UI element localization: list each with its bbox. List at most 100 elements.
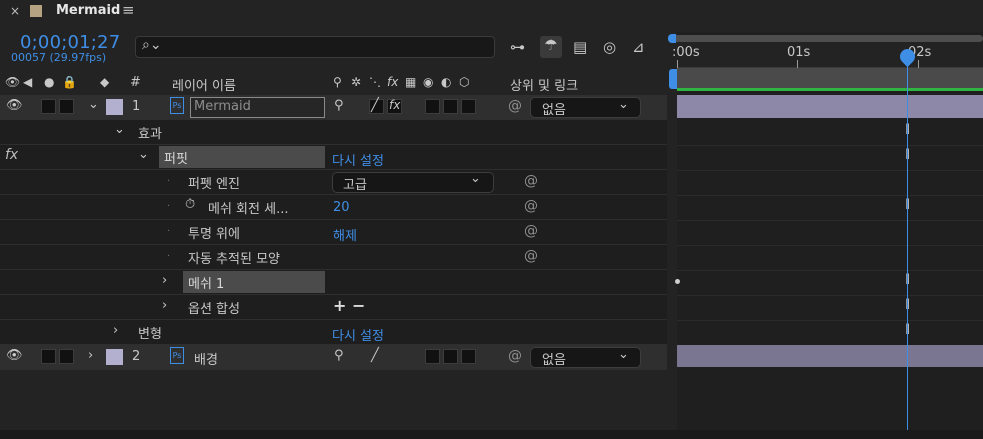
adjustment-switch[interactable] xyxy=(443,349,458,364)
render-cache-indicator xyxy=(677,88,983,91)
effects-group-row[interactable]: ⌄ 효과 xyxy=(0,120,668,145)
graph-editor-icon[interactable]: ⊿ xyxy=(632,38,645,56)
video-visibility-header-icon: 👁 xyxy=(5,75,21,89)
composition-flowchart-icon[interactable]: ⊶ xyxy=(510,38,525,56)
chevron-right-icon[interactable]: › xyxy=(113,323,118,338)
layer-name[interactable]: 배경 xyxy=(194,349,218,368)
expression-pick-whip-icon[interactable]: @ xyxy=(524,223,538,239)
timeline-row-divider xyxy=(677,245,983,246)
current-time-display[interactable]: 0;00;01;27 xyxy=(20,32,120,53)
composite-options-label: 옵션 합성 xyxy=(188,302,240,317)
adjustment-layer-header-icon: ◐ xyxy=(441,75,452,89)
solo-switch[interactable] xyxy=(41,349,56,364)
tree-dot: · xyxy=(167,176,171,187)
keyframe-dot[interactable] xyxy=(675,279,680,284)
composite-options-row[interactable]: › 옵션 합성 + − xyxy=(0,295,668,320)
puppet-effect-label: 퍼핏 xyxy=(164,152,188,167)
parent-dropdown-value: 없음 xyxy=(542,353,566,368)
add-remove-options-buttons[interactable]: + − xyxy=(333,296,365,315)
time-ruler[interactable] xyxy=(677,42,983,68)
mesh-1-label: 메쉬 1 xyxy=(188,277,225,292)
puppet-effect-row[interactable]: fx ⌄ 퍼핏 다시 설정 xyxy=(0,145,668,170)
motion-blur-switch[interactable] xyxy=(425,99,440,114)
timeline-row-divider xyxy=(677,195,983,196)
quality-switch-header-icon: ⋱ xyxy=(369,75,381,89)
adjustment-switch[interactable] xyxy=(443,99,458,114)
timeline-row-divider xyxy=(677,170,983,171)
timeline-row-divider xyxy=(677,295,983,296)
auto-traced-shape-label: 자동 추적된 모양 xyxy=(188,252,280,267)
layer-name: Mermaid xyxy=(194,99,251,114)
photoshop-file-icon: Ps xyxy=(170,97,184,114)
panel-divider[interactable] xyxy=(667,32,677,439)
chevron-down-icon[interactable]: ⌄ xyxy=(138,147,149,162)
motion-blur-icon[interactable]: ◎ xyxy=(603,38,616,56)
work-area-bar[interactable] xyxy=(677,68,983,90)
3d-switch[interactable] xyxy=(461,99,476,114)
panel-menu-icon[interactable]: ≡ xyxy=(122,1,135,19)
lock-switch[interactable] xyxy=(59,99,74,114)
lock-switch[interactable] xyxy=(59,349,74,364)
frame-count-display: 00057 (29.97fps) xyxy=(11,51,107,64)
timeline-row-divider xyxy=(677,320,983,321)
reset-link[interactable]: 다시 설정 xyxy=(332,325,384,344)
puppet-engine-label: 퍼펫 엔진 xyxy=(188,177,240,192)
search-input[interactable] xyxy=(135,36,495,58)
layer-name-header[interactable]: 레이어 이름 xyxy=(172,75,236,94)
chevron-right-icon[interactable]: › xyxy=(162,273,167,288)
pick-whip-icon[interactable]: @ xyxy=(508,98,522,114)
mesh-rotation-value[interactable]: 20 xyxy=(333,200,350,215)
work-area-start-handle[interactable] xyxy=(669,69,677,89)
mesh-rotation-row: · ⏱ 메쉬 회전 세... 20 @ xyxy=(0,195,668,220)
eye-icon[interactable]: 👁 xyxy=(6,98,23,113)
reset-link[interactable]: 다시 설정 xyxy=(332,150,384,169)
chevron-down-icon[interactable]: ⌄ xyxy=(88,97,99,112)
close-icon[interactable]: × xyxy=(10,4,20,18)
timeline-row-divider xyxy=(677,220,983,221)
time-navigator-bar[interactable] xyxy=(671,35,983,42)
motion-blur-header-icon: ◉ xyxy=(423,75,434,89)
chevron-down-icon: ⌄ xyxy=(618,347,629,362)
motion-blur-switch[interactable] xyxy=(425,349,440,364)
shy-layers-icon[interactable]: ☂ xyxy=(540,36,562,58)
expression-pick-whip-icon[interactable]: @ xyxy=(524,173,538,189)
shy-switch-icon[interactable]: ⚲ xyxy=(334,348,344,363)
mesh-rotation-label: 메쉬 회전 세... xyxy=(208,202,289,217)
label-tag-header-icon: ◆ xyxy=(100,75,110,89)
comp-color-swatch xyxy=(30,5,42,17)
mesh-1-row[interactable]: › 메쉬 1 xyxy=(0,270,668,295)
stopwatch-icon[interactable]: ⏱ xyxy=(185,197,195,212)
layer-label-color[interactable] xyxy=(106,349,123,365)
tree-dot: · xyxy=(167,251,171,262)
transform-group-label: 변형 xyxy=(138,327,162,342)
pick-whip-icon[interactable]: @ xyxy=(508,348,522,364)
panel-tab-title[interactable]: Mermaid xyxy=(56,3,120,18)
3d-switch[interactable] xyxy=(461,349,476,364)
on-transparent-value[interactable]: 해제 xyxy=(333,225,357,244)
transform-group-row[interactable]: › 변형 다시 설정 xyxy=(0,320,668,345)
chevron-right-icon[interactable]: › xyxy=(88,348,93,363)
frame-blending-icon[interactable]: ▤ xyxy=(573,38,587,56)
chevron-right-icon[interactable]: › xyxy=(162,298,167,313)
layer-duration-bar-mermaid[interactable] xyxy=(677,95,983,118)
layer-number: 2 xyxy=(132,349,141,364)
timeline-row-divider xyxy=(677,145,983,146)
shy-switch-icon[interactable]: ⚲ xyxy=(334,98,344,113)
expression-pick-whip-icon[interactable]: @ xyxy=(524,248,538,264)
time-navigator-start-handle[interactable] xyxy=(668,34,676,43)
on-transparent-row: · 투명 위에 해제 @ xyxy=(0,220,668,245)
layer-row-background[interactable]: 👁 › 2 Ps 배경 ⚲ ╱ @ 없음 ⌄ xyxy=(0,345,668,370)
expression-pick-whip-icon[interactable]: @ xyxy=(524,198,538,214)
current-time-indicator-line[interactable] xyxy=(907,58,908,439)
solo-switch[interactable] xyxy=(41,99,56,114)
layer-row-mermaid[interactable]: 👁 ⌄ 1 Ps Mermaid ⚲ ╱ fx @ 없음 ⌄ xyxy=(0,95,668,120)
layer-duration-bar-background[interactable] xyxy=(677,345,983,367)
empty-layer-area xyxy=(0,371,668,430)
quality-slash-icon[interactable]: ╱ xyxy=(371,348,379,363)
eye-icon[interactable]: 👁 xyxy=(6,348,23,363)
chevron-down-icon[interactable]: ⌄ xyxy=(114,122,125,137)
fx-toggle-icon[interactable]: fx xyxy=(5,147,18,163)
layer-label-color[interactable] xyxy=(106,99,123,115)
timeline-area[interactable] xyxy=(677,32,983,439)
panel-tab-bar xyxy=(0,0,983,24)
